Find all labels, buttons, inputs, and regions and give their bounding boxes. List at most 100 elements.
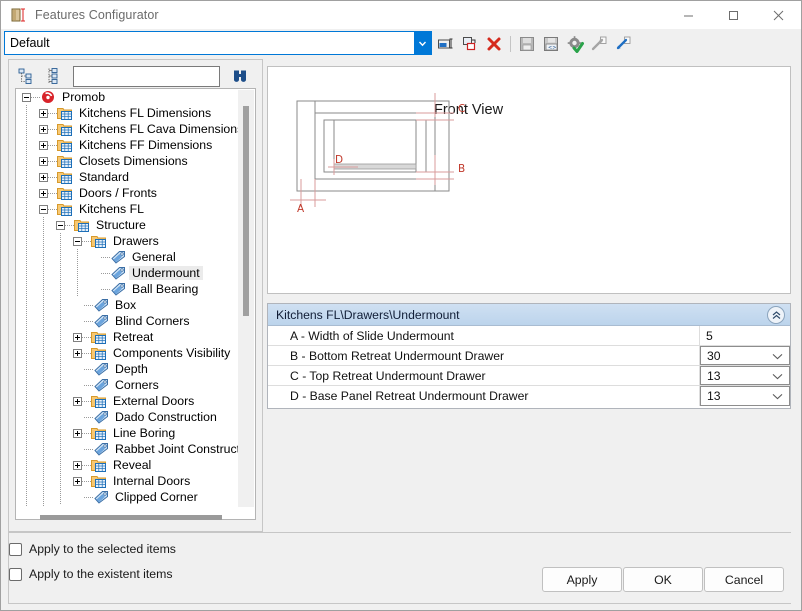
tree-vertical-scroll-thumb[interactable]: [243, 106, 249, 316]
cancel-button[interactable]: Cancel: [704, 567, 784, 592]
tree-item-components-visibility[interactable]: Components Visibility: [16, 345, 238, 361]
expand-node-icon[interactable]: [39, 124, 48, 134]
apply-selected-checkbox-row[interactable]: Apply to the selected items: [9, 542, 176, 556]
chevron-down-icon[interactable]: [414, 32, 431, 54]
folder-table-icon: [57, 124, 72, 136]
property-value[interactable]: 30: [700, 346, 790, 365]
tree-item-closets-dimensions[interactable]: Closets Dimensions: [16, 153, 238, 169]
close-button[interactable]: [756, 1, 801, 29]
tree-item-label: Line Boring: [113, 426, 176, 440]
tree-view[interactable]: Promob Kitchens FL Dimensions Kitchens FL …: [15, 88, 256, 520]
folder-table-icon: [91, 476, 106, 488]
tree-indent: [16, 425, 73, 441]
import-arrow-icon[interactable]: [611, 32, 635, 56]
tree-vertical-scrollbar[interactable]: [238, 90, 254, 507]
chevron-down-icon[interactable]: [772, 349, 783, 363]
tree-item-external-doors[interactable]: External Doors: [16, 393, 238, 409]
gear-check-icon[interactable]: [563, 32, 587, 56]
maximize-button[interactable]: [711, 1, 756, 29]
expand-node-icon[interactable]: [73, 476, 82, 486]
tree-connector: [101, 272, 110, 274]
tree-item-internal-doors[interactable]: Internal Doors: [16, 473, 238, 489]
property-value-text: 5: [706, 328, 713, 343]
tree-item-general[interactable]: General: [16, 249, 238, 265]
tree-item-retreat[interactable]: Retreat: [16, 329, 238, 345]
tree-item-kitchens-fl-cava-dimensions[interactable]: Kitchens FL Cava Dimensions: [16, 121, 238, 137]
tree-item-doors-fronts[interactable]: Doors / Fronts: [16, 185, 238, 201]
apply-existent-checkbox[interactable]: [9, 567, 22, 581]
tree-item-kitchens-fl-dimensions[interactable]: Kitchens FL Dimensions: [16, 105, 238, 121]
collapse-node-icon[interactable]: [39, 204, 48, 214]
ok-button[interactable]: OK: [623, 567, 703, 592]
collapse-node-icon[interactable]: [56, 220, 65, 230]
expand-tree-icon[interactable]: [15, 65, 37, 87]
property-row[interactable]: C - Top Retreat Undermount Drawer 13: [268, 366, 790, 386]
tree-item-depth[interactable]: Depth: [16, 361, 238, 377]
search-input[interactable]: [73, 65, 220, 87]
preset-combobox[interactable]: Default: [4, 31, 432, 55]
duplicate-icon[interactable]: [458, 32, 482, 56]
tree-item-total[interactable]: Total: [16, 505, 238, 507]
floppy-disk-icon[interactable]: [515, 32, 539, 56]
tree-item-standard[interactable]: Standard: [16, 169, 238, 185]
tree-item-ball-bearing[interactable]: Ball Bearing: [16, 281, 238, 297]
chevron-down-icon[interactable]: [772, 369, 783, 383]
tree-item-kitchens-ff-dimensions[interactable]: Kitchens FF Dimensions: [16, 137, 238, 153]
collapse-tree-icon[interactable]: [43, 65, 65, 87]
tree-item-promob[interactable]: Promob: [16, 89, 238, 105]
apply-button[interactable]: Apply: [542, 567, 622, 592]
property-value[interactable]: 13: [700, 386, 790, 406]
tree-item-dado-construction[interactable]: Dado Construction: [16, 409, 238, 425]
tree-item-drawers[interactable]: Drawers: [16, 233, 238, 249]
delete-red-x-icon[interactable]: [482, 32, 506, 56]
property-row[interactable]: B - Bottom Retreat Undermount Drawer 30: [268, 346, 790, 366]
dimension-label-b: B: [458, 163, 465, 175]
expand-node-icon[interactable]: [73, 460, 82, 470]
chevron-down-icon[interactable]: [772, 389, 783, 403]
tree-connector: [82, 432, 91, 434]
tree-item-undermount[interactable]: Undermount: [16, 265, 238, 281]
tree-item-clipped-corner[interactable]: Clipped Corner: [16, 489, 238, 505]
expand-node-icon[interactable]: [73, 428, 82, 438]
minimize-button[interactable]: [666, 1, 711, 29]
tree-item-rabbet-joint-construction[interactable]: Rabbet Joint Construction: [16, 441, 238, 457]
tree-item-label: Kitchens FL: [79, 202, 144, 216]
expand-node-icon[interactable]: [39, 156, 48, 166]
tag-icon: [111, 283, 125, 296]
tree-item-kitchens-fl[interactable]: Kitchens FL: [16, 201, 238, 217]
apply-existent-checkbox-row[interactable]: Apply to the existent items: [9, 567, 173, 581]
tree-item-structure[interactable]: Structure: [16, 217, 238, 233]
tree-item-blind-corners[interactable]: Blind Corners: [16, 313, 238, 329]
tree-indent: [16, 361, 73, 377]
expand-node-icon[interactable]: [39, 188, 48, 198]
folder-table-icon: [91, 346, 110, 360]
expand-node-icon[interactable]: [39, 140, 48, 150]
expand-node-icon[interactable]: [39, 108, 48, 118]
rename-icon[interactable]: [434, 32, 458, 56]
expand-node-icon[interactable]: [73, 348, 82, 358]
collapse-node-icon[interactable]: [22, 92, 31, 102]
property-value[interactable]: 13: [700, 366, 790, 385]
tree-connector: [82, 336, 91, 338]
expand-node-icon[interactable]: [73, 332, 82, 342]
tree-horizontal-scroll-thumb[interactable]: [40, 515, 222, 520]
chevron-up-double-icon[interactable]: [767, 306, 785, 324]
export-arrow-icon[interactable]: [587, 32, 611, 56]
preset-value: Default: [10, 36, 50, 50]
expand-node-icon[interactable]: [73, 396, 82, 406]
expand-node-icon[interactable]: [39, 172, 48, 182]
apply-selected-checkbox[interactable]: [9, 542, 22, 556]
tree-horizontal-scrollbar[interactable]: [15, 513, 256, 523]
tree-item-line-boring[interactable]: Line Boring: [16, 425, 238, 441]
tree-leaf-spacer: [90, 265, 101, 281]
property-row[interactable]: A - Width of Slide Undermount 5: [268, 326, 790, 346]
tree-panel: Promob Kitchens FL Dimensions Kitchens FL …: [8, 59, 263, 532]
property-value[interactable]: 5: [700, 326, 790, 345]
property-row[interactable]: D - Base Panel Retreat Undermount Drawer…: [268, 386, 790, 406]
tree-item-box[interactable]: Box: [16, 297, 238, 313]
tree-item-reveal[interactable]: Reveal: [16, 457, 238, 473]
floppy-disk-xml-icon[interactable]: <>: [539, 32, 563, 56]
collapse-node-icon[interactable]: [73, 236, 82, 246]
tree-item-corners[interactable]: Corners: [16, 377, 238, 393]
binoculars-icon[interactable]: [228, 65, 252, 87]
